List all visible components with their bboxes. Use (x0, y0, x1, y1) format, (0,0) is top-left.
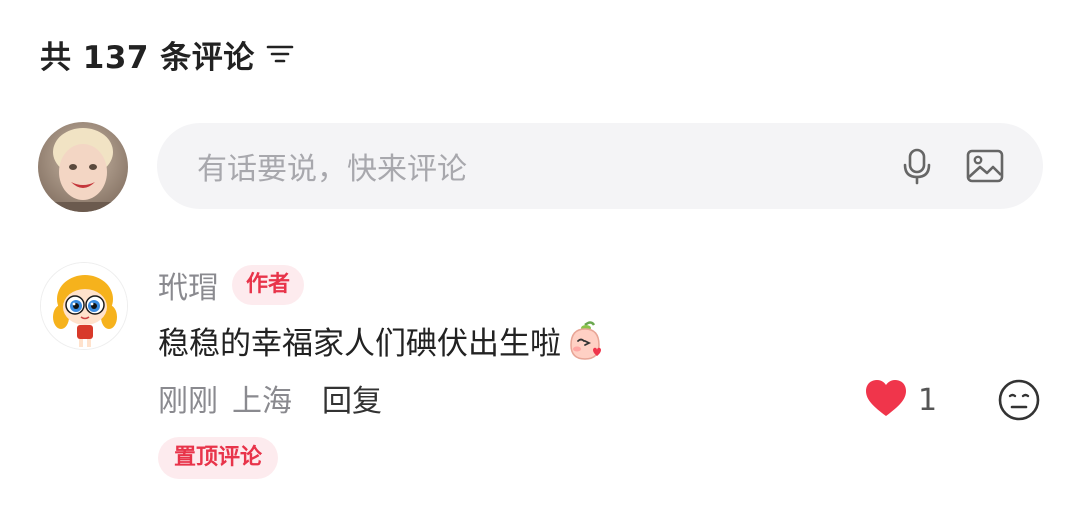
comment-username[interactable]: 玳瑁 (158, 263, 218, 307)
commenter-avatar[interactable] (40, 262, 128, 350)
comment-header: 玳瑁 作者 (158, 262, 305, 308)
comment-input[interactable]: 有话要说，快来评论 (157, 123, 1043, 209)
comments-panel: 共 137 条评论 有话要说，快来评论 玳瑁 作者 稳稳的幸福家人们碘伏出生啦 … (0, 0, 1080, 508)
comments-header: 共 137 条评论 (40, 32, 295, 76)
comment-input-placeholder: 有话要说，快来评论 (197, 152, 467, 187)
author-badge: 作者 (232, 265, 305, 305)
comment-body: 稳稳的幸福家人们碘伏出生啦 (158, 318, 607, 363)
pinned-comment-tag: 置顶评论 (158, 437, 279, 479)
image-icon[interactable] (965, 146, 1005, 186)
like-button[interactable]: 1 (864, 378, 937, 422)
neutral-face-icon[interactable] (997, 378, 1041, 422)
comment-text: 稳稳的幸福家人们碘伏出生啦 (158, 326, 561, 362)
sort-lines-icon[interactable] (265, 42, 295, 66)
comment-location: 上海 (232, 384, 292, 419)
microphone-icon[interactable] (897, 146, 937, 186)
current-user-avatar[interactable] (38, 122, 128, 212)
like-count: 1 (918, 382, 938, 418)
comment-time: 刚刚 (158, 384, 218, 419)
reply-button[interactable]: 回复 (322, 376, 382, 420)
comment-count-title: 共 137 条评论 (40, 39, 255, 76)
kiss-peach-emoji-icon (563, 319, 607, 363)
heart-icon (864, 378, 908, 422)
comment-meta: 刚刚 上海 回复 (158, 376, 382, 420)
